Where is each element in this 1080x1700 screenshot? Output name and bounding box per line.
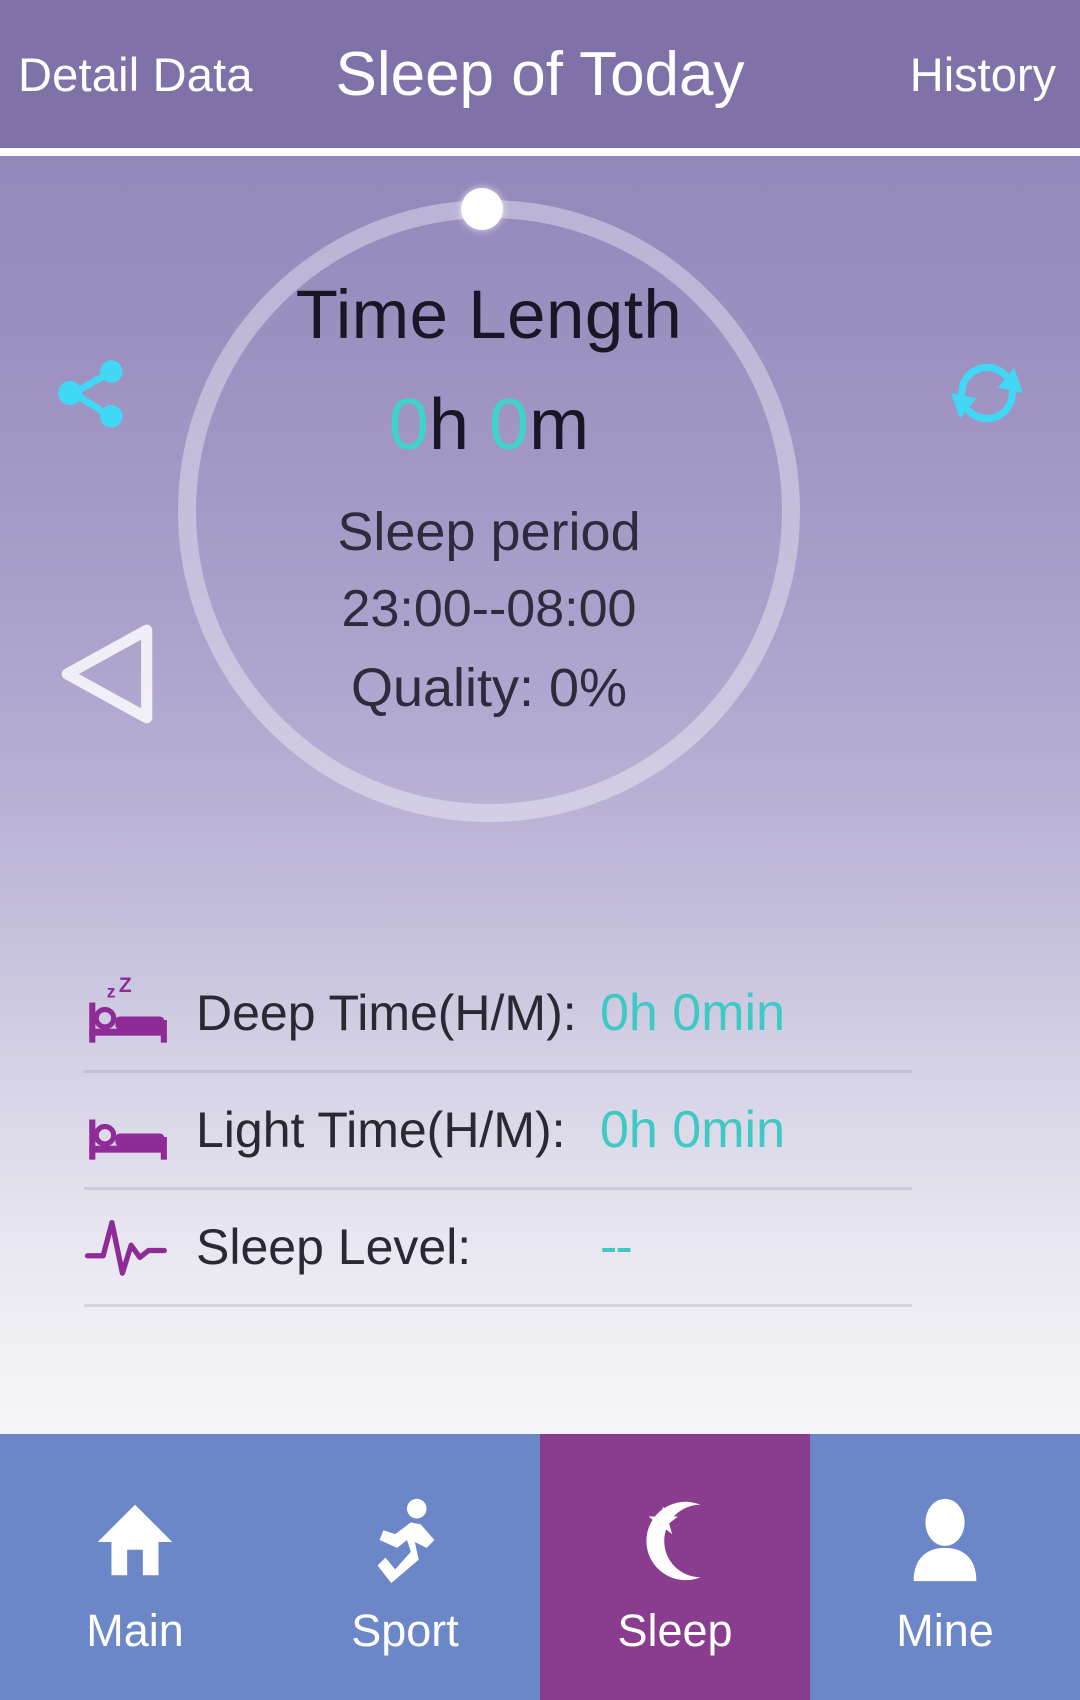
bed-icon bbox=[84, 1094, 180, 1166]
history-button[interactable]: History bbox=[910, 47, 1056, 102]
moon-star-icon bbox=[623, 1488, 727, 1592]
stat-label: Deep Time(H/M): bbox=[196, 985, 577, 1041]
header-divider bbox=[0, 148, 1080, 156]
stat-label: Sleep Level: bbox=[196, 1219, 472, 1275]
time-length-label: Time Length bbox=[295, 276, 683, 353]
time-length-hours-unit: h bbox=[428, 385, 470, 465]
stat-label: Light Time(H/M): bbox=[196, 1102, 566, 1158]
svg-text:z: z bbox=[107, 981, 116, 1001]
detail-data-button[interactable]: Detail Data bbox=[18, 47, 253, 102]
gauge-progress-dot bbox=[461, 188, 503, 230]
stat-value: 0h 0min bbox=[600, 984, 785, 1042]
svg-text:Z: Z bbox=[119, 977, 132, 997]
nav-item-mine[interactable]: Mine bbox=[810, 1434, 1080, 1700]
main-content: Time Length 0h 0m Sleep period 23:00--08… bbox=[0, 156, 1080, 1434]
previous-day-arrow-icon[interactable] bbox=[56, 618, 160, 730]
refresh-icon[interactable] bbox=[942, 348, 1032, 438]
bottom-navigation: Main Sport Sleep Mine bbox=[0, 1434, 1080, 1700]
nav-label: Sport bbox=[351, 1604, 459, 1656]
time-length-minutes: 0 bbox=[489, 385, 530, 465]
share-icon[interactable] bbox=[46, 350, 132, 436]
nav-label: Main bbox=[86, 1604, 184, 1656]
home-icon bbox=[83, 1488, 187, 1592]
sleep-stats-list: z Z Deep Time(H/M): 0h 0min Light Time(H… bbox=[84, 956, 912, 1307]
pulse-waveform-icon bbox=[84, 1211, 180, 1283]
person-icon bbox=[893, 1488, 997, 1592]
stat-row-deep-time: z Z Deep Time(H/M): 0h 0min bbox=[84, 956, 912, 1073]
stat-value: -- bbox=[600, 1218, 633, 1276]
bed-sleeping-zz-icon: z Z bbox=[84, 977, 180, 1049]
time-length-minutes-unit: m bbox=[529, 385, 590, 465]
nav-item-main[interactable]: Main bbox=[0, 1434, 270, 1700]
time-length-hours: 0 bbox=[388, 385, 429, 465]
sleep-gauge: Time Length 0h 0m Sleep period 23:00--08… bbox=[178, 188, 800, 822]
page-title: Sleep of Today bbox=[335, 39, 745, 109]
nav-label: Mine bbox=[896, 1604, 994, 1656]
sleep-quality: Quality: 0% bbox=[350, 658, 628, 718]
stat-value: 0h 0min bbox=[600, 1101, 785, 1159]
nav-label: Sleep bbox=[617, 1604, 733, 1656]
gauge-text-group: Time Length 0h 0m Sleep period 23:00--08… bbox=[178, 280, 800, 715]
sleep-period-label: Sleep period bbox=[337, 502, 641, 562]
nav-item-sleep[interactable]: Sleep bbox=[540, 1434, 810, 1700]
nav-item-sport[interactable]: Sport bbox=[270, 1434, 540, 1700]
sleep-screen: Detail Data Sleep of Today History Time … bbox=[0, 0, 1080, 1700]
stat-row-sleep-level: Sleep Level: -- bbox=[84, 1190, 912, 1307]
time-length-value: 0h 0m bbox=[178, 389, 800, 461]
app-header: Detail Data Sleep of Today History bbox=[0, 0, 1080, 148]
stat-row-light-time: Light Time(H/M): 0h 0min bbox=[84, 1073, 912, 1190]
sleep-period-range: 23:00--08:00 bbox=[341, 580, 637, 638]
runner-icon bbox=[353, 1488, 457, 1592]
